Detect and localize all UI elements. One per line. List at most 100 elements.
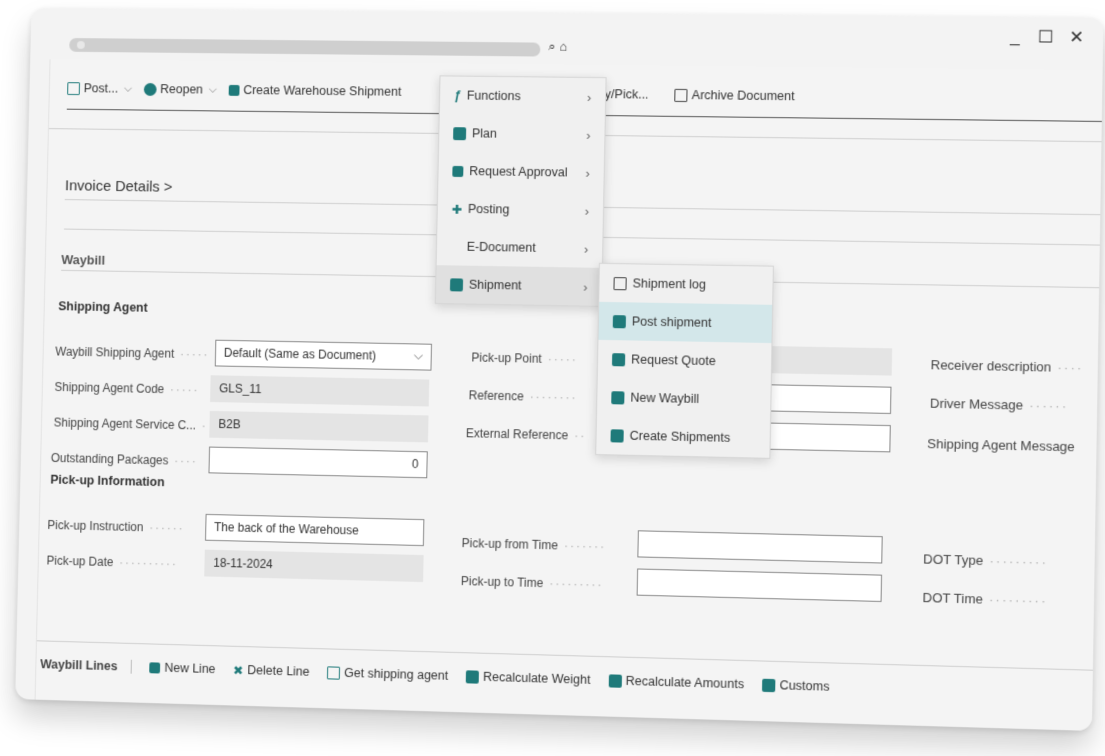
outstanding-packages-field[interactable]: 0 [208, 446, 428, 479]
menu-item-plan[interactable]: Plan › [439, 114, 605, 154]
reference-field[interactable] [755, 384, 892, 414]
pickup-point-label: Pick-up Point ····· [471, 350, 578, 367]
submenu-item-create-shipments[interactable]: Create Shipments [596, 416, 770, 458]
pickup-date-label: Pick-up Date ·········· [46, 553, 178, 571]
recalculate-weight-label: Recalculate Weight [482, 669, 591, 687]
shipping-agent-service-label: Shipping Agent Service C... · [53, 415, 208, 433]
menu-item-functions[interactable]: ƒ Functions › [440, 76, 606, 116]
action-toolbar: Post... ⌵ Reopen ⌵ Create Warehouse Ship… [67, 81, 795, 103]
request-quote-icon [611, 352, 626, 366]
calculator-icon [608, 673, 622, 688]
calculator-icon [465, 669, 480, 684]
minimize-button[interactable]: _ [1007, 27, 1024, 47]
invoice-details-label: Invoice Details [64, 177, 160, 196]
function-icon: ƒ [453, 88, 462, 103]
address-bar[interactable] [69, 38, 541, 57]
new-waybill-icon [611, 390, 625, 404]
shipping-agent-code-field[interactable]: GLS_11 [210, 375, 430, 407]
waybill-lines-title: Waybill Lines [40, 657, 133, 674]
submenu-item-label: Shipment log [632, 276, 707, 292]
post-shipment-icon [612, 314, 626, 328]
recalculate-amounts-button[interactable]: Recalculate Amounts [608, 673, 744, 691]
reopen-button[interactable]: Reopen ⌵ [143, 82, 219, 97]
chevron-right-icon: › [586, 127, 591, 143]
recalculate-weight-button[interactable]: Recalculate Weight [465, 669, 591, 687]
shipping-agent-message-label: Shipping Agent Message [927, 435, 1075, 455]
menu-item-label: Shipment [468, 277, 522, 293]
customs-button[interactable]: Customs [762, 678, 830, 694]
pickup-instruction-field[interactable]: The back of the Warehouse [205, 513, 425, 547]
shipment-icon [449, 277, 464, 292]
create-warehouse-shipment-button[interactable]: Create Warehouse Shipment [228, 83, 402, 99]
delete-line-button[interactable]: ✖ Delete Line [233, 662, 310, 679]
waybill-shipping-agent-value: Default (Same as Document) [223, 345, 377, 363]
new-line-button[interactable]: New Line [149, 660, 216, 676]
customs-label: Customs [779, 678, 830, 694]
pickup-from-time-field[interactable] [637, 530, 883, 564]
menu-item-shipment[interactable]: Shipment › [435, 265, 602, 306]
get-shipping-agent-icon [327, 665, 341, 680]
waybill-shipping-agent-label: Waybill Shipping Agent ····· [55, 344, 210, 362]
delete-line-label: Delete Line [247, 663, 310, 679]
pickup-point-field[interactable] [755, 345, 893, 376]
maximize-button[interactable]: ☐ [1037, 27, 1054, 47]
warehouse-shipment-icon [228, 84, 240, 96]
submenu-item-label: Request Quote [631, 352, 716, 369]
menu-item-label: Posting [467, 201, 510, 217]
chevron-down-icon[interactable]: ⌵ [122, 82, 134, 95]
home-icon[interactable]: ⌂ [559, 39, 567, 55]
pickup-from-time-label: Pick-up from Time ······· [461, 536, 607, 554]
menu-item-posting[interactable]: ✚ Posting › [437, 190, 603, 230]
external-reference-label: External Reference ·· [465, 426, 587, 443]
delete-line-icon: ✖ [232, 663, 244, 678]
outstanding-packages-label: Outstanding Packages ···· [50, 450, 198, 469]
pickup-information-heading: Pick-up Information [50, 472, 165, 490]
chevron-down-icon[interactable]: ⌵ [207, 83, 219, 96]
invoice-details-heading[interactable]: Invoice Details > [65, 177, 173, 195]
create-warehouse-shipment-label: Create Warehouse Shipment [243, 83, 402, 99]
external-reference-field[interactable] [754, 422, 891, 453]
chevron-down-icon: ⌵ [413, 348, 423, 363]
chevron-right-icon: › [583, 241, 589, 257]
chevron-right-icon: › [583, 279, 588, 295]
chevron-right-icon: › [585, 165, 590, 181]
submenu-item-post-shipment[interactable]: Post shipment [598, 301, 773, 344]
shipment-submenu: Shipment log Post shipment Request Quote… [595, 262, 774, 459]
get-shipping-agent-button[interactable]: Get shipping agent [327, 665, 449, 683]
submenu-item-shipment-log[interactable]: Shipment log [599, 264, 773, 305]
get-shipping-agent-label: Get shipping agent [344, 665, 449, 683]
menu-item-label: Request Approval [469, 164, 568, 180]
driver-message-label: Driver Message ······ [929, 395, 1069, 414]
archive-icon [674, 88, 688, 102]
waybill-shipping-agent-select[interactable]: Default (Same as Document) ⌵ [214, 339, 432, 371]
dot-time-label: DOT Time ········· [922, 589, 1048, 609]
dot-type-label: DOT Type ········· [923, 551, 1049, 570]
submenu-item-new-waybill[interactable]: New Waybill [597, 378, 771, 420]
menu-item-e-document[interactable]: E-Document › [437, 227, 603, 268]
close-button[interactable]: ✕ [1068, 28, 1085, 48]
approval-icon [452, 165, 464, 177]
chevron-right-icon: > [163, 178, 173, 196]
plan-icon [453, 126, 467, 140]
window-controls: _ ☐ ✕ [1007, 27, 1085, 48]
submenu-item-request-quote[interactable]: Request Quote [598, 340, 772, 381]
menu-item-request-approval[interactable]: Request Approval › [438, 152, 604, 192]
submenu-item-label: Post shipment [631, 314, 712, 330]
search-icon[interactable]: ⌕ [548, 39, 556, 55]
post-button[interactable]: Post... ⌵ [67, 81, 134, 96]
chevron-right-icon: › [586, 89, 592, 105]
app-window: _ ☐ ✕ ⌕ ⌂ Post... ⌵ Reopen ⌵ Create Ware… [15, 8, 1104, 731]
archive-document-button[interactable]: Archive Document [674, 88, 795, 103]
reference-label: Reference ········ [468, 388, 578, 405]
actions-menu: ƒ Functions › Plan › Request Approval › … [434, 75, 607, 307]
pickup-to-time-field[interactable] [636, 568, 883, 602]
menu-item-label: Plan [471, 126, 498, 141]
submenu-item-label: Create Shipments [629, 428, 731, 445]
shipping-agent-code-label: Shipping Agent Code ····· [54, 380, 200, 397]
shipping-agent-service-field[interactable]: B2B [209, 410, 429, 443]
waybill-heading[interactable]: Waybill [61, 252, 105, 267]
window-frame: _ ☐ ✕ ⌕ ⌂ Post... ⌵ Reopen ⌵ Create Ware… [15, 8, 1104, 731]
pickup-instruction-label: Pick-up Instruction ······ [47, 518, 185, 536]
reopen-label: Reopen [160, 82, 204, 97]
pickup-date-field[interactable]: 18-11-2024 [204, 549, 424, 583]
